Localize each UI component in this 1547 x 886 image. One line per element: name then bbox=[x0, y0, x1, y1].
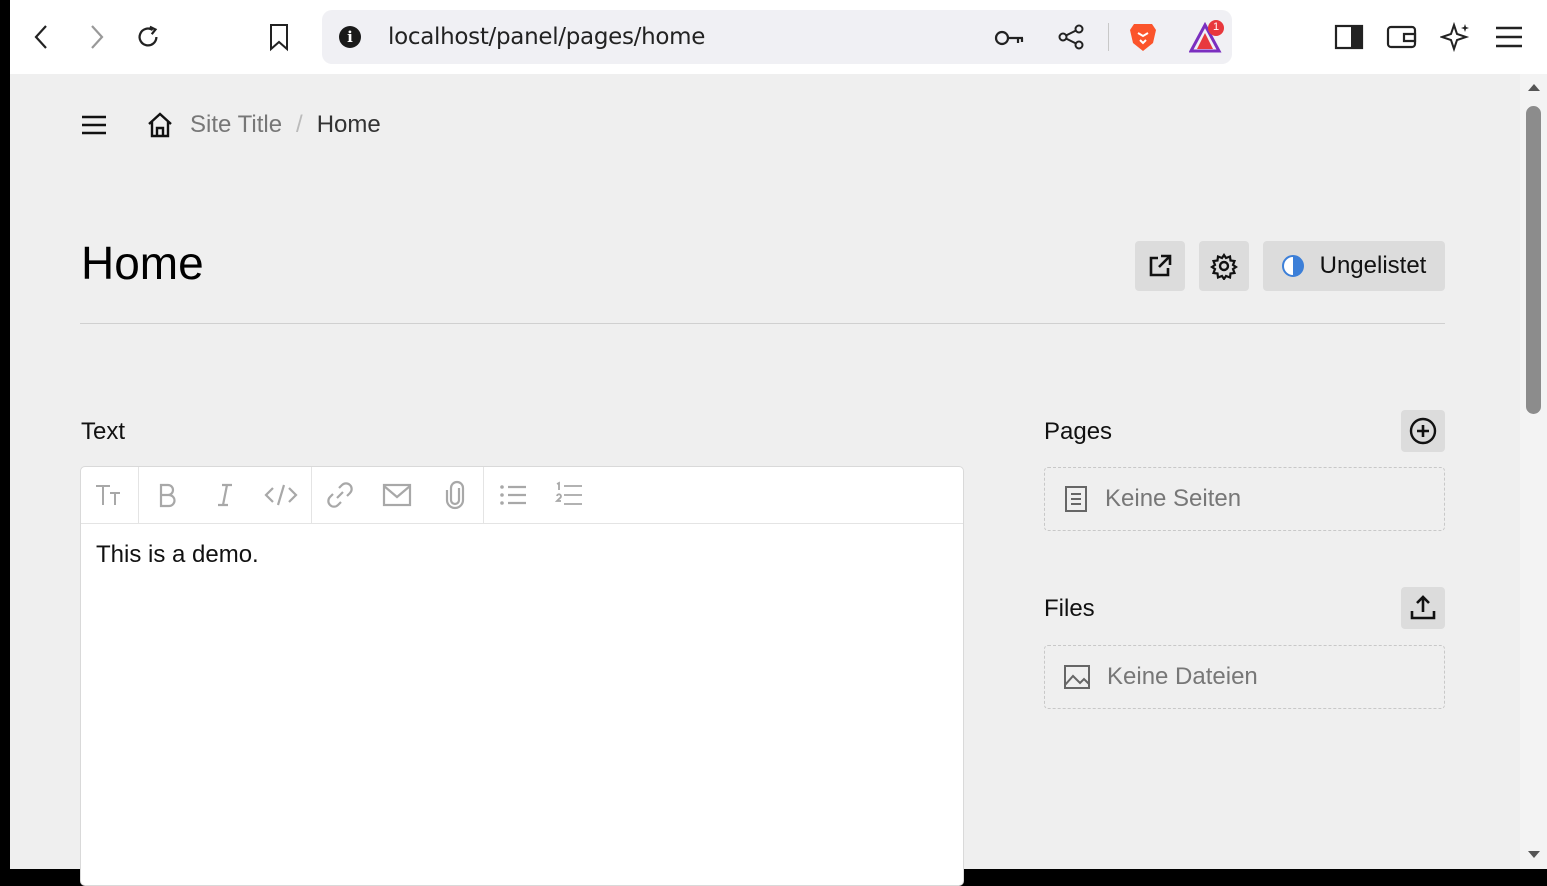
image-icon bbox=[1064, 665, 1090, 689]
code-icon[interactable] bbox=[263, 478, 299, 512]
breadcrumb-current[interactable]: Home bbox=[317, 111, 381, 139]
bullet-list-icon[interactable] bbox=[495, 478, 531, 512]
share-icon[interactable] bbox=[1055, 22, 1087, 52]
email-icon[interactable] bbox=[379, 478, 415, 512]
brave-rewards-icon[interactable]: 1 bbox=[1188, 18, 1228, 56]
files-empty-text: Keine Dateien bbox=[1107, 663, 1258, 690]
forward-icon[interactable] bbox=[82, 20, 110, 54]
open-page-button[interactable] bbox=[1135, 241, 1185, 291]
page-title: Home bbox=[81, 237, 204, 289]
link-icon[interactable] bbox=[322, 478, 358, 512]
files-empty-state[interactable]: Keine Dateien bbox=[1044, 645, 1445, 709]
status-button[interactable]: Ungelistet bbox=[1263, 241, 1445, 291]
breadcrumb-separator: / bbox=[296, 111, 303, 138]
key-icon[interactable] bbox=[994, 24, 1026, 52]
text-editor[interactable]: This is a demo. bbox=[80, 466, 964, 886]
editor-toolbar bbox=[81, 467, 963, 524]
wallet-icon[interactable] bbox=[1385, 22, 1419, 52]
toolbar-divider bbox=[311, 467, 312, 523]
pages-section-label: Pages bbox=[1044, 418, 1113, 445]
pages-empty-state[interactable]: Keine Seiten bbox=[1044, 467, 1445, 531]
attachment-icon[interactable] bbox=[437, 478, 473, 512]
editor-content[interactable]: This is a demo. bbox=[96, 541, 259, 569]
ordered-list-icon[interactable] bbox=[551, 478, 587, 512]
status-unlisted-icon bbox=[1281, 255, 1304, 277]
headings-icon[interactable] bbox=[91, 478, 127, 512]
pages-empty-text: Keine Seiten bbox=[1105, 485, 1242, 512]
panel-view: Site Title / Home Home Ungelistet Text T… bbox=[10, 74, 1520, 886]
settings-button[interactable] bbox=[1199, 241, 1249, 291]
brave-shields-icon[interactable] bbox=[1126, 20, 1160, 54]
hamburger-menu-icon[interactable] bbox=[80, 110, 108, 140]
breadcrumb: Site Title / Home bbox=[144, 109, 381, 141]
sidebar-toggle-icon[interactable] bbox=[1332, 22, 1366, 52]
site-info-icon[interactable]: i bbox=[339, 26, 361, 48]
add-circle-icon bbox=[1409, 417, 1437, 445]
upload-icon bbox=[1410, 595, 1436, 620]
screen: i localhost/panel/pages/home 1 Site Titl… bbox=[0, 0, 1547, 886]
files-section-label: Files bbox=[1044, 595, 1095, 622]
scroll-thumb[interactable] bbox=[1526, 106, 1541, 414]
scroll-up-icon[interactable] bbox=[1528, 82, 1540, 92]
header-divider bbox=[80, 323, 1445, 324]
breadcrumb-site-title[interactable]: Site Title bbox=[190, 111, 282, 139]
external-link-icon bbox=[1149, 254, 1172, 277]
upload-file-button[interactable] bbox=[1401, 587, 1445, 629]
scroll-down-icon[interactable] bbox=[1528, 850, 1540, 860]
gear-icon bbox=[1210, 253, 1238, 280]
page-icon bbox=[1065, 486, 1087, 512]
address-divider bbox=[1108, 23, 1109, 51]
add-page-button[interactable] bbox=[1401, 410, 1445, 452]
bold-icon[interactable] bbox=[149, 478, 185, 512]
menu-icon[interactable] bbox=[1492, 20, 1526, 54]
browser-toolbar: i localhost/panel/pages/home 1 bbox=[10, 0, 1547, 74]
back-icon[interactable] bbox=[28, 20, 56, 54]
reload-icon[interactable] bbox=[134, 20, 162, 54]
url-text[interactable]: localhost/panel/pages/home bbox=[388, 24, 705, 50]
bookmark-icon[interactable] bbox=[265, 20, 293, 54]
status-label: Ungelistet bbox=[1319, 252, 1427, 279]
address-bar[interactable]: i localhost/panel/pages/home 1 bbox=[322, 10, 1232, 64]
toolbar-divider bbox=[483, 467, 484, 523]
text-field-label: Text bbox=[81, 418, 126, 445]
rewards-badge-count: 1 bbox=[1212, 21, 1220, 33]
home-icon[interactable] bbox=[144, 109, 176, 141]
page-scrollbar[interactable] bbox=[1520, 74, 1547, 869]
italic-icon[interactable] bbox=[207, 478, 243, 512]
leo-ai-icon[interactable] bbox=[1439, 20, 1473, 54]
toolbar-divider bbox=[138, 467, 139, 523]
